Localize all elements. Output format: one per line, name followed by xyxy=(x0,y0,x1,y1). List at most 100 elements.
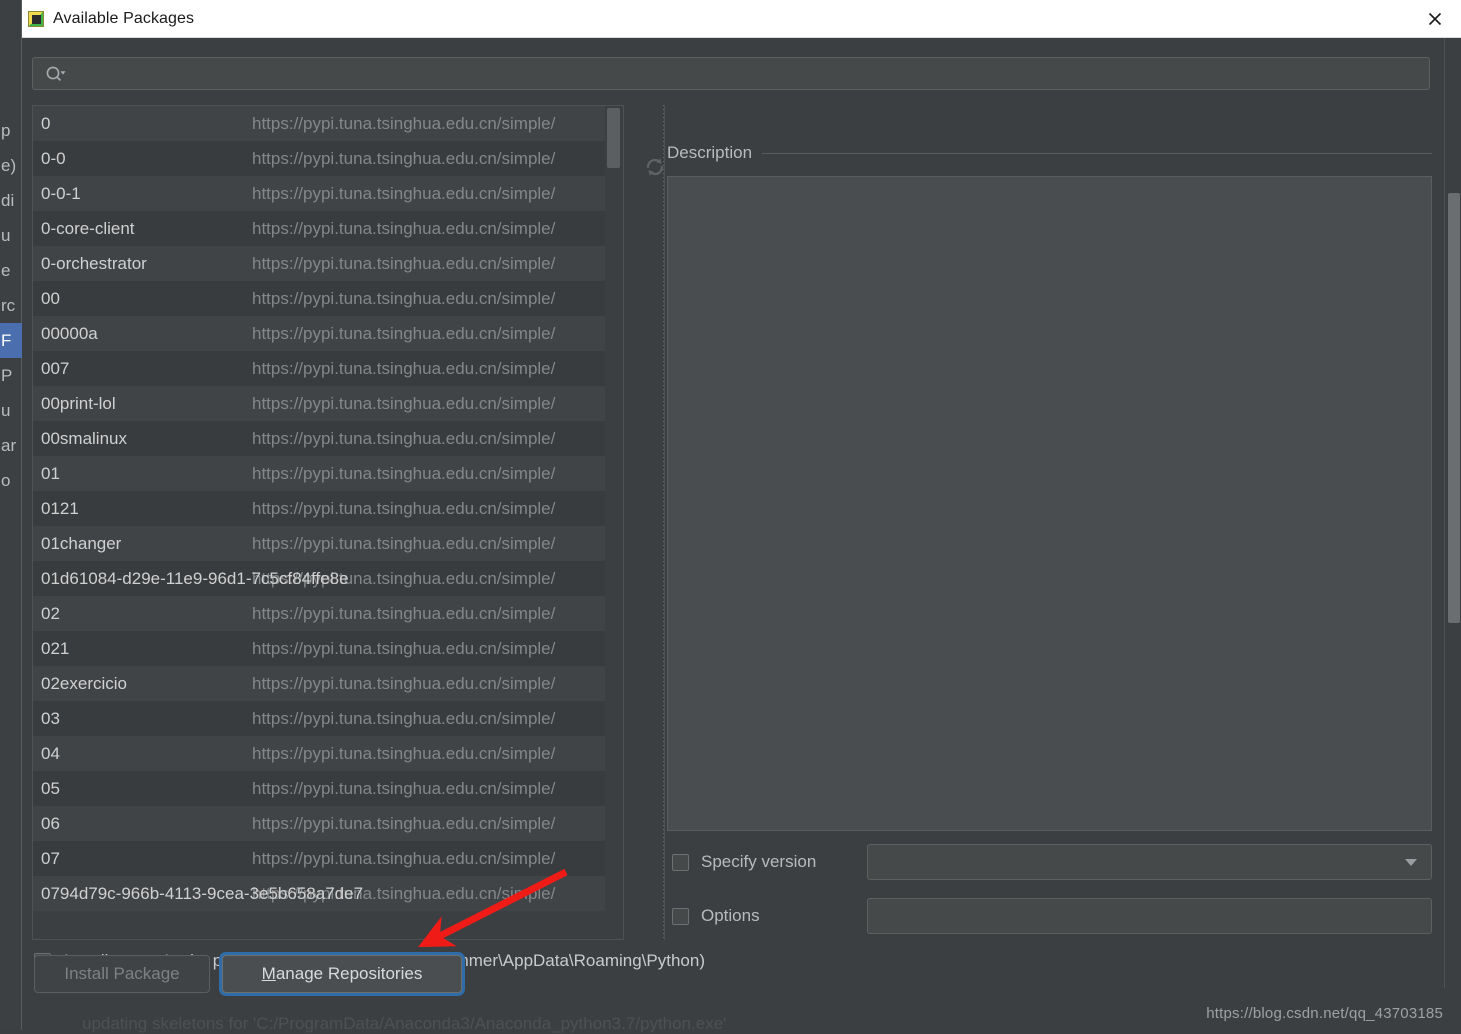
package-name: 01 xyxy=(41,463,60,483)
background-list-item: rc xyxy=(1,296,16,315)
package-row[interactable]: https://pypi.tuna.tsinghua.edu.cn/simple… xyxy=(33,386,623,421)
description-rule xyxy=(762,152,1432,154)
package-repository-url: https://pypi.tuna.tsinghua.edu.cn/simple… xyxy=(252,499,556,518)
description-header: Description xyxy=(667,140,1432,166)
package-repository-url: https://pypi.tuna.tsinghua.edu.cn/simple… xyxy=(252,359,556,378)
package-row[interactable]: https://pypi.tuna.tsinghua.edu.cn/simple… xyxy=(33,106,623,141)
search-field[interactable] xyxy=(32,57,1430,90)
package-name: 0-core-client xyxy=(41,218,135,238)
background-window-strip: p e) di u e rc F Pu ar o xyxy=(0,0,22,1030)
watermark: https://blog.csdn.net/qq_43703185 xyxy=(1206,1005,1443,1022)
description-label: Description xyxy=(667,143,753,162)
package-row[interactable]: https://pypi.tuna.tsinghua.edu.cn/simple… xyxy=(33,771,623,806)
package-name: 06 xyxy=(41,813,60,833)
package-name: 05 xyxy=(41,778,60,798)
package-name: 03 xyxy=(41,708,60,728)
package-row[interactable]: https://pypi.tuna.tsinghua.edu.cn/simple… xyxy=(33,421,623,456)
package-repository-url: https://pypi.tuna.tsinghua.edu.cn/simple… xyxy=(252,744,556,763)
package-repository-url: https://pypi.tuna.tsinghua.edu.cn/simple… xyxy=(252,254,556,273)
package-repository-url: https://pypi.tuna.tsinghua.edu.cn/simple… xyxy=(252,534,556,553)
package-row[interactable]: https://pypi.tuna.tsinghua.edu.cn/simple… xyxy=(33,176,623,211)
package-repository-url: https://pypi.tuna.tsinghua.edu.cn/simple… xyxy=(252,219,556,238)
package-name: 02exercicio xyxy=(41,673,127,693)
version-dropdown[interactable] xyxy=(867,844,1432,880)
package-row[interactable]: https://pypi.tuna.tsinghua.edu.cn/simple… xyxy=(33,666,623,701)
search-input[interactable] xyxy=(75,65,1419,82)
package-name: 0-0-1 xyxy=(41,183,81,203)
manage-repositories-label: anage Repositories xyxy=(275,964,423,983)
title-bar: Available Packages xyxy=(22,0,1461,38)
package-name: 0-orchestrator xyxy=(41,253,147,273)
window-title: Available Packages xyxy=(53,9,195,27)
specify-version-label: Specify version xyxy=(701,852,817,871)
package-row[interactable]: https://pypi.tuna.tsinghua.edu.cn/simple… xyxy=(33,736,623,771)
package-repository-url: https://pypi.tuna.tsinghua.edu.cn/simple… xyxy=(252,779,556,798)
package-repository-url: https://pypi.tuna.tsinghua.edu.cn/simple… xyxy=(252,184,556,203)
package-repository-url: https://pypi.tuna.tsinghua.edu.cn/simple… xyxy=(252,674,556,693)
package-row[interactable]: https://pypi.tuna.tsinghua.edu.cn/simple… xyxy=(33,456,623,491)
specify-version-checkbox[interactable] xyxy=(672,853,689,871)
window-scrollbar[interactable] xyxy=(1444,38,1461,988)
search-icon xyxy=(45,65,67,83)
background-list-item: F xyxy=(0,323,22,358)
package-row[interactable]: https://pypi.tuna.tsinghua.edu.cn/simple… xyxy=(33,806,623,841)
window-scrollbar-thumb[interactable] xyxy=(1448,193,1460,623)
options-label: Options xyxy=(701,906,760,925)
chevron-down-icon xyxy=(1405,858,1417,866)
background-list-item: u xyxy=(1,226,11,245)
options-checkbox[interactable] xyxy=(672,907,689,925)
package-row[interactable]: https://pypi.tuna.tsinghua.edu.cn/simple… xyxy=(33,246,623,281)
close-icon[interactable] xyxy=(1409,0,1461,37)
package-row[interactable]: https://pypi.tuna.tsinghua.edu.cn/simple… xyxy=(33,631,623,666)
install-package-button[interactable]: Install Package xyxy=(34,955,210,993)
package-name: 00000a xyxy=(41,323,98,343)
package-repository-url: https://pypi.tuna.tsinghua.edu.cn/simple… xyxy=(252,814,556,833)
available-packages-window: Available Packages https://pypi.tuna.tsi… xyxy=(22,0,1461,1033)
background-list-item: di xyxy=(1,191,15,210)
package-name: 01changer xyxy=(41,533,122,553)
package-row[interactable]: https://pypi.tuna.tsinghua.edu.cn/simple… xyxy=(33,211,623,246)
package-repository-url: https://pypi.tuna.tsinghua.edu.cn/simple… xyxy=(252,849,556,868)
status-ghost-text: updating skeletons for 'C:/ProgramData/A… xyxy=(82,1014,727,1033)
package-repository-url: https://pypi.tuna.tsinghua.edu.cn/simple… xyxy=(252,324,556,343)
package-repository-url: https://pypi.tuna.tsinghua.edu.cn/simple… xyxy=(252,429,556,448)
package-name: 007 xyxy=(41,358,70,378)
package-name: 00 xyxy=(41,288,60,308)
background-list-item: e) xyxy=(1,156,17,175)
package-list-scrollbar-thumb[interactable] xyxy=(607,108,620,168)
background-list-item: u xyxy=(1,401,11,420)
package-name: 0121 xyxy=(41,498,79,518)
package-row[interactable]: https://pypi.tuna.tsinghua.edu.cn/simple… xyxy=(33,526,623,561)
package-repository-url: https://pypi.tuna.tsinghua.edu.cn/simple… xyxy=(252,604,556,623)
package-row[interactable]: https://pypi.tuna.tsinghua.edu.cn/simple… xyxy=(33,841,623,876)
package-row[interactable]: https://pypi.tuna.tsinghua.edu.cn/simple… xyxy=(33,316,623,351)
package-row[interactable]: https://pypi.tuna.tsinghua.edu.cn/simple… xyxy=(33,141,623,176)
package-row[interactable]: https://pypi.tuna.tsinghua.edu.cn/simple… xyxy=(33,281,623,316)
package-row[interactable]: https://pypi.tuna.tsinghua.edu.cn/simple… xyxy=(33,596,623,631)
available-packages-list[interactable]: https://pypi.tuna.tsinghua.edu.cn/simple… xyxy=(32,105,624,940)
background-list-item: e xyxy=(1,261,11,280)
package-repository-url: https://pypi.tuna.tsinghua.edu.cn/simple… xyxy=(252,394,556,413)
specify-version-row: Specify version xyxy=(672,844,1432,880)
manage-repositories-button[interactable]: Manage Repositories xyxy=(222,955,462,993)
dialog-body: https://pypi.tuna.tsinghua.edu.cn/simple… xyxy=(22,38,1461,1033)
package-row[interactable]: https://pypi.tuna.tsinghua.edu.cn/simple… xyxy=(33,351,623,386)
background-list-item: o xyxy=(1,471,11,490)
package-row[interactable]: https://pypi.tuna.tsinghua.edu.cn/simple… xyxy=(33,561,623,596)
package-name: 0 xyxy=(41,113,51,133)
options-input[interactable] xyxy=(867,898,1432,934)
python-package-icon xyxy=(28,10,44,27)
package-list-scrollbar[interactable] xyxy=(605,106,623,939)
package-name: 00smalinux xyxy=(41,428,127,448)
package-row[interactable]: https://pypi.tuna.tsinghua.edu.cn/simple… xyxy=(33,876,623,911)
package-name: 04 xyxy=(41,743,60,763)
package-name: 021 xyxy=(41,638,70,658)
package-name: 01d61084-d29e-11e9-96d1-7c5cf84ffe8e xyxy=(41,568,349,588)
package-row[interactable]: https://pypi.tuna.tsinghua.edu.cn/simple… xyxy=(33,701,623,736)
package-rows: https://pypi.tuna.tsinghua.edu.cn/simple… xyxy=(33,106,623,911)
package-name: 02 xyxy=(41,603,60,623)
package-row[interactable]: https://pypi.tuna.tsinghua.edu.cn/simple… xyxy=(33,491,623,526)
package-name: 00print-lol xyxy=(41,393,116,413)
panel-splitter[interactable] xyxy=(661,105,666,940)
package-repository-url: https://pypi.tuna.tsinghua.edu.cn/simple… xyxy=(252,289,556,308)
